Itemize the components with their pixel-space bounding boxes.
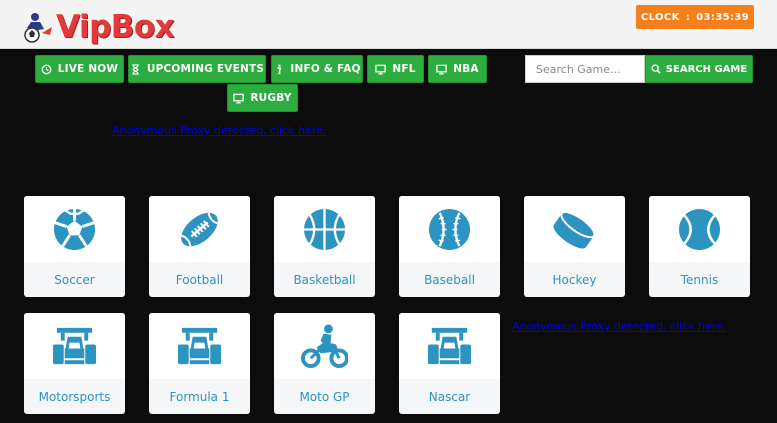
header: VipBox CLOCK : 03:35:39 [0,0,777,49]
sport-label: Moto GP [299,389,350,404]
sport-label: Baseball [424,272,475,287]
race-car-icon [177,327,222,365]
nav-label: RUGBY [250,92,292,104]
monitor-icon [233,93,245,104]
nav-label: LIVE NOW [57,63,119,75]
tennis-ball-icon [678,208,721,251]
motorcycle-icon [301,324,348,369]
sport-tile-motorsports[interactable]: Motorsports [24,313,125,414]
info-icon [277,63,282,74]
football-icon [181,212,218,247]
search-button-label: SEARCH GAME [665,63,748,75]
search-input[interactable] [525,55,645,83]
search-icon [651,64,661,74]
hourglass-icon [132,63,139,75]
clock-separator: : [685,11,691,23]
proxy-notice-link[interactable]: Anonymous Proxy detected, click here. [112,124,326,137]
nav-nfl-button[interactable]: NFL [367,55,424,83]
sport-label: Basketball [293,272,356,287]
clock-time: 03:35:39 [696,11,750,23]
nav-rugby-button[interactable]: RUGBY [227,84,298,112]
race-car-icon [52,327,97,365]
nav-label: INFO & FAQ [290,63,361,75]
nav-label: NBA [453,63,479,75]
sport-tile-moto-gp[interactable]: Moto GP [274,313,375,414]
race-car-icon [427,327,472,365]
sport-tile-football[interactable]: Football [149,196,250,297]
nav-upcoming-events-button[interactable]: UPCOMING EVENTS [128,55,266,83]
nav-info-faq-button[interactable]: INFO & FAQ [271,55,363,83]
sport-tile-baseball[interactable]: Baseball [399,196,500,297]
nav-label: UPCOMING EVENTS [146,63,265,75]
sport-tile-basketball[interactable]: Basketball [274,196,375,297]
sport-tile-soccer[interactable]: Soccer [24,196,125,297]
sport-tile-hockey[interactable]: Hockey [524,196,625,297]
sport-label: Soccer [54,272,95,287]
sport-label: Nascar [428,389,471,404]
soccer-ball-icon [53,208,96,251]
brand-name: VipBox [56,9,175,45]
sport-label: Tennis [680,272,719,287]
logo[interactable]: VipBox [22,7,187,45]
sport-label: Football [175,272,224,287]
nav-label: NFL [392,63,416,75]
sport-tile-tennis[interactable]: Tennis [649,196,750,297]
sport-label: Formula 1 [169,389,230,404]
search-game-button[interactable]: SEARCH GAME [645,55,753,83]
clock-icon [41,64,52,74]
proxy-notice-link[interactable]: Anonymous Proxy detected, click here. [512,320,726,333]
hockey-puck-icon [553,211,596,249]
nav-nba-button[interactable]: NBA [428,55,487,83]
clock-badge: CLOCK : 03:35:39 [636,5,754,29]
nav-live-now-button[interactable]: LIVE NOW [35,55,124,83]
sport-label: Hockey [552,272,597,287]
sport-tile-formula-1[interactable]: Formula 1 [149,313,250,414]
basketball-icon [303,208,346,251]
sport-tile-nascar[interactable]: Nascar [399,313,500,414]
monitor-icon [436,64,447,75]
clock-label: CLOCK [640,11,680,23]
soccer-player-icon [24,13,52,43]
monitor-icon [375,64,387,75]
baseball-icon [428,208,471,251]
sport-label: Motorsports [38,389,111,404]
